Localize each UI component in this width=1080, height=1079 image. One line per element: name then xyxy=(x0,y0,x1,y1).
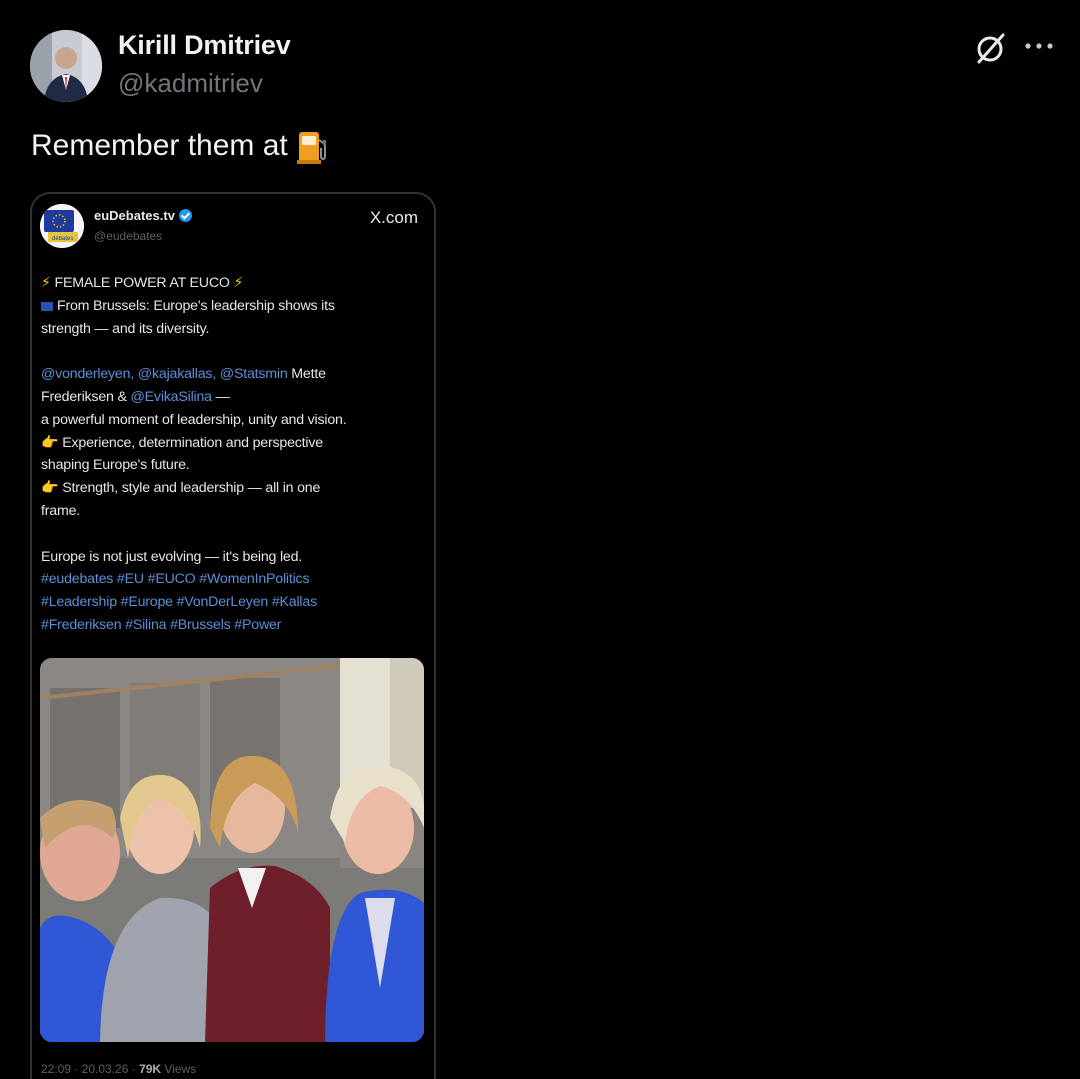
text-line: shaping Europe's future. xyxy=(41,457,190,474)
eu-flag-icon xyxy=(41,301,53,311)
hashtag-links[interactable]: #Leadership #Europe #VonDerLeyen #Kallas xyxy=(41,591,425,614)
author-name[interactable]: Kirill Dmitriev xyxy=(118,30,291,61)
text-line: strength — and its diversity. xyxy=(41,320,210,337)
quoted-post-card[interactable]: debates euDebates.tv @eudebates X.com ⚡ … xyxy=(30,192,436,1079)
more-icon[interactable] xyxy=(1020,30,1060,66)
lightning-icon: ⚡ xyxy=(233,275,244,291)
author-avatar[interactable] xyxy=(30,30,102,102)
hashtag-links[interactable]: #Frederiksen #Silina #Brussels #Power xyxy=(41,614,425,637)
grok-icon[interactable] xyxy=(972,30,1008,66)
quoted-post-meta: 22:09 · 20.03.26 · 79K Views xyxy=(41,1062,196,1076)
svg-text:debates: debates xyxy=(52,236,73,242)
text-fragment: — xyxy=(211,388,230,405)
quoted-author-label: euDebates.tv xyxy=(94,208,175,223)
post-text-label: Remember them at xyxy=(31,129,288,162)
mention-links[interactable]: @vonderleyen, @kajakallas, @Statsmin xyxy=(41,366,288,382)
views-count: 79K xyxy=(139,1062,162,1076)
mention-link[interactable]: @EvikaSilina xyxy=(130,389,212,405)
post-photo[interactable] xyxy=(40,658,424,1042)
quoted-author-name[interactable]: euDebates.tv xyxy=(94,208,192,223)
verified-badge-icon xyxy=(178,209,192,222)
text-line: From Brussels: Europe's leadership shows… xyxy=(57,297,335,314)
pointing-hand-icon: 👉 xyxy=(41,480,59,497)
quoted-post-text: ⚡ FEMALE POWER AT EUCO ⚡ From Brussels: … xyxy=(41,272,425,637)
post-timestamp[interactable]: 22:09 · 20.03.26 · xyxy=(41,1062,139,1076)
text-line: Strength, style and leadership — all in … xyxy=(62,480,321,497)
text-fragment: Frederiksen & xyxy=(41,388,131,405)
post-text: Remember them at xyxy=(31,128,330,164)
post-view: Kirill Dmitriev @kadmitriev Remember the… xyxy=(0,0,1080,1079)
text-fragment: Mette xyxy=(287,366,326,383)
headline: FEMALE POWER AT EUCO xyxy=(54,275,230,291)
source-link[interactable]: X.com xyxy=(370,208,418,228)
text-line: frame. xyxy=(41,502,81,519)
author-handle[interactable]: @kadmitriev xyxy=(118,68,263,99)
quoted-avatar[interactable]: debates xyxy=(40,204,84,248)
quoted-author-handle[interactable]: @eudebates xyxy=(94,229,162,243)
fuel-pump-icon xyxy=(296,128,330,164)
text-line: a powerful moment of leadership, unity a… xyxy=(41,411,347,428)
text-line: Europe is not just evolving — it's being… xyxy=(41,548,303,565)
pointing-hand-icon: 👉 xyxy=(41,434,59,451)
text-line: Experience, determination and perspectiv… xyxy=(62,434,323,451)
views-label: Views xyxy=(161,1062,197,1076)
lightning-icon: ⚡ xyxy=(41,275,51,291)
hashtag-links[interactable]: #eudebates #EU #EUCO #WomenInPolitics xyxy=(41,568,425,591)
